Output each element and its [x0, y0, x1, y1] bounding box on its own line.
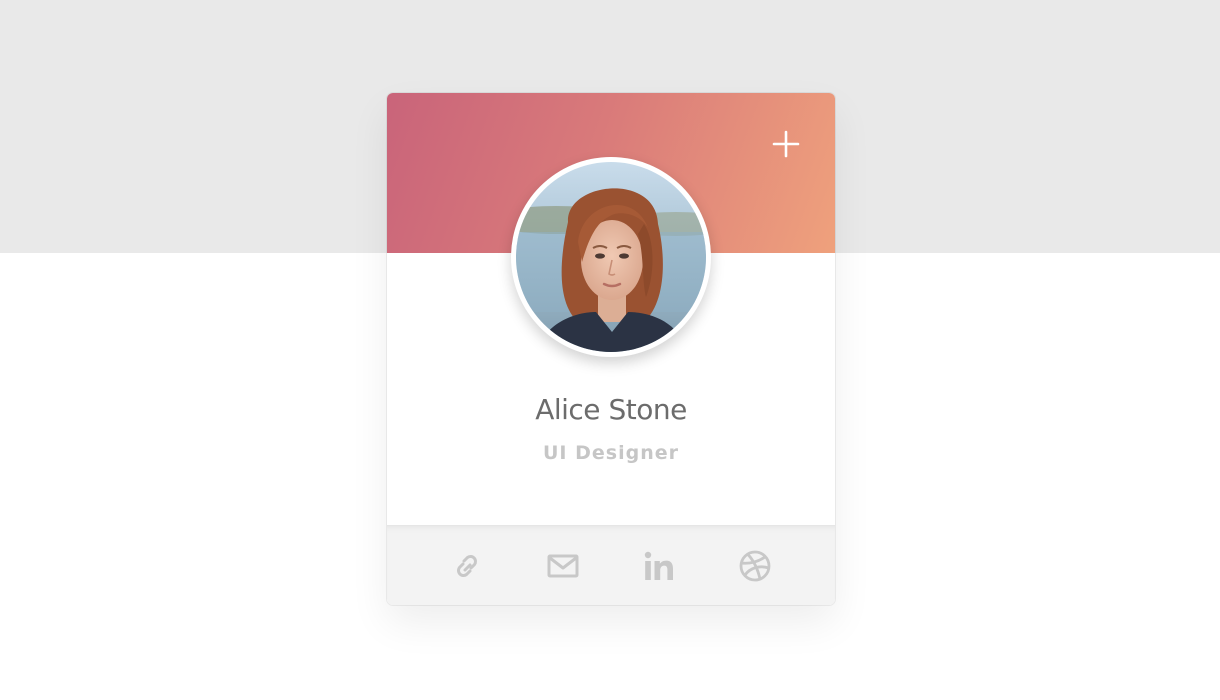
add-button[interactable]: [771, 129, 801, 159]
linkedin-button[interactable]: [641, 548, 677, 584]
link-icon: [457, 555, 477, 577]
linkedin-icon: [644, 551, 673, 580]
website-link-button[interactable]: [449, 548, 485, 584]
dribbble-icon: [739, 550, 771, 582]
avatar-photo: [516, 162, 706, 352]
profile-name: Alice Stone: [535, 393, 687, 426]
avatar: [511, 157, 711, 357]
plus-icon: [772, 130, 800, 158]
social-links-bar: [387, 525, 835, 605]
email-button[interactable]: [545, 548, 581, 584]
profile-role: UI Designer: [543, 442, 679, 464]
dribbble-button[interactable]: [737, 548, 773, 584]
mail-icon: [547, 554, 579, 578]
profile-card: Alice Stone UI Designer: [387, 93, 835, 605]
